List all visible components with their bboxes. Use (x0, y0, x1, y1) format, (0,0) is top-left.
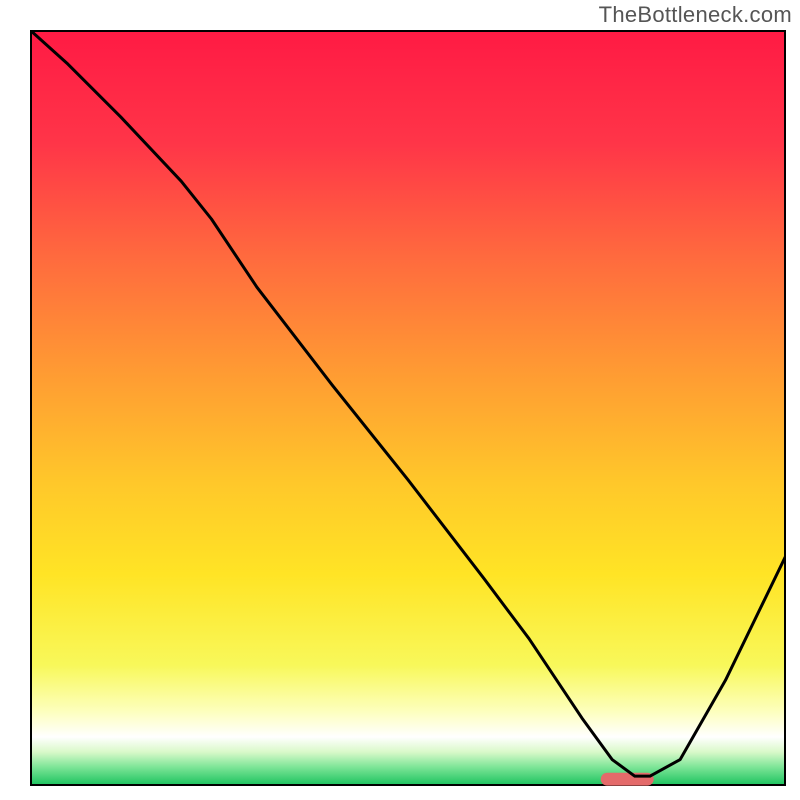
gradient-background (30, 30, 786, 786)
chart-container: TheBottleneck.com (0, 0, 800, 800)
chart-svg (30, 30, 786, 786)
plot-area (30, 30, 786, 786)
watermark-label: TheBottleneck.com (599, 2, 792, 28)
